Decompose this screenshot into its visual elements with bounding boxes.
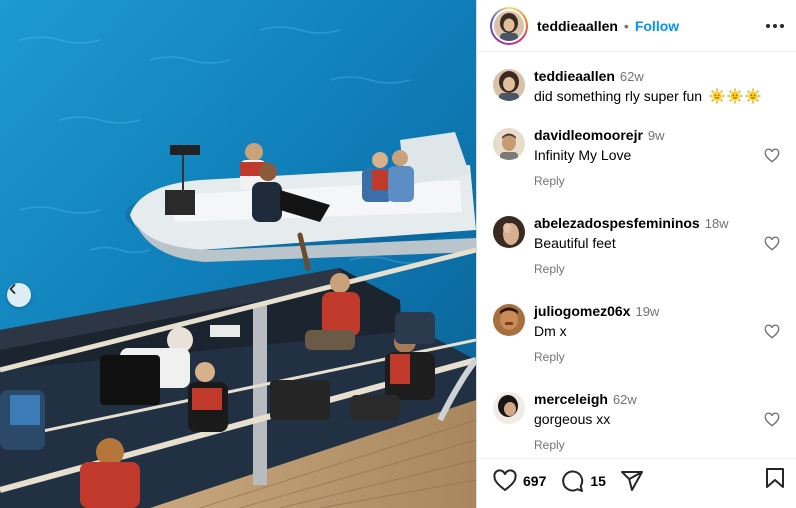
comment-username[interactable]: abelezadospesfemininos xyxy=(534,214,700,232)
comment-time: 19w xyxy=(635,304,660,319)
heart-icon[interactable] xyxy=(764,236,780,252)
post-header: teddieaallen • Follow xyxy=(477,0,796,52)
comment-username[interactable]: juliogomez06x xyxy=(534,302,630,320)
carousel-prev-button[interactable] xyxy=(7,283,31,307)
like-button[interactable]: 697 xyxy=(493,468,547,493)
send-icon xyxy=(620,470,643,491)
comment-count: 15 xyxy=(590,472,606,489)
heart-icon[interactable] xyxy=(764,324,780,340)
heart-icon[interactable] xyxy=(764,148,780,164)
comment-time: 18w xyxy=(704,216,729,231)
follow-button[interactable]: Follow xyxy=(635,18,679,34)
heart-icon[interactable] xyxy=(764,412,780,428)
commenter-avatar[interactable] xyxy=(493,392,525,424)
caption-author-avatar[interactable] xyxy=(493,69,525,101)
comment-text: gorgeous xx xyxy=(534,411,611,427)
comment-text: Dm x xyxy=(534,323,567,339)
commenter-avatar[interactable] xyxy=(493,128,525,160)
comment-bubble-icon xyxy=(562,470,584,492)
post-action-bar: 697 15 xyxy=(477,458,796,508)
comment-item: juliogomez06x 19w Dm x Reply xyxy=(493,302,780,366)
comment-text: Beautiful feet xyxy=(534,235,616,251)
comment-item: abelezadospesfemininos 18w Beautiful fee… xyxy=(493,214,780,278)
comment-text: Infinity My Love xyxy=(534,147,632,163)
more-horizontal-icon xyxy=(766,23,770,28)
caption-time: 62w xyxy=(619,69,644,84)
post-side-panel: teddieaallen • Follow teddieaallen 62w d xyxy=(476,0,796,508)
comment-time: 62w xyxy=(612,392,637,407)
comment-item: davidleomoorejr 9w Infinity My Love Repl… xyxy=(493,126,780,190)
bookmark-icon xyxy=(766,468,784,488)
commenter-avatar[interactable] xyxy=(493,216,525,248)
comment-button[interactable]: 15 xyxy=(560,469,606,493)
comment-username[interactable]: davidleomoorejr xyxy=(534,126,643,144)
caption-emoji xyxy=(709,88,761,104)
sun-with-face-icon xyxy=(709,88,725,104)
comments-list: teddieaallen 62w did something rly super… xyxy=(477,53,796,458)
reply-button[interactable]: Reply xyxy=(534,172,565,190)
author-avatar xyxy=(494,10,524,41)
author-username[interactable]: teddieaallen xyxy=(537,18,618,34)
commenter-avatar[interactable] xyxy=(493,304,525,336)
reply-button[interactable]: Reply xyxy=(534,260,565,278)
reply-button[interactable]: Reply xyxy=(534,348,565,366)
caption-text: did something rly super fun xyxy=(534,88,703,104)
caption-username[interactable]: teddieaallen xyxy=(534,67,615,85)
more-options-button[interactable] xyxy=(764,16,786,36)
sun-with-face-icon xyxy=(745,88,761,104)
post-photo xyxy=(0,0,476,508)
boat-scene-illustration xyxy=(0,0,476,508)
separator-dot: • xyxy=(623,17,629,34)
chevron-left-icon xyxy=(9,284,16,294)
reply-button[interactable]: Reply xyxy=(534,436,565,454)
like-count: 697 xyxy=(523,472,547,489)
comment-time: 9w xyxy=(647,128,665,143)
share-button[interactable] xyxy=(620,469,644,493)
save-button[interactable] xyxy=(764,466,786,495)
comment-username[interactable]: merceleigh xyxy=(534,390,608,408)
sun-with-face-icon xyxy=(727,88,743,104)
author-avatar-ring[interactable] xyxy=(490,6,528,45)
heart-icon xyxy=(493,468,517,491)
post-caption: teddieaallen 62w did something rly super… xyxy=(493,67,780,105)
comment-item: merceleigh 62w gorgeous xx Reply xyxy=(493,390,780,454)
